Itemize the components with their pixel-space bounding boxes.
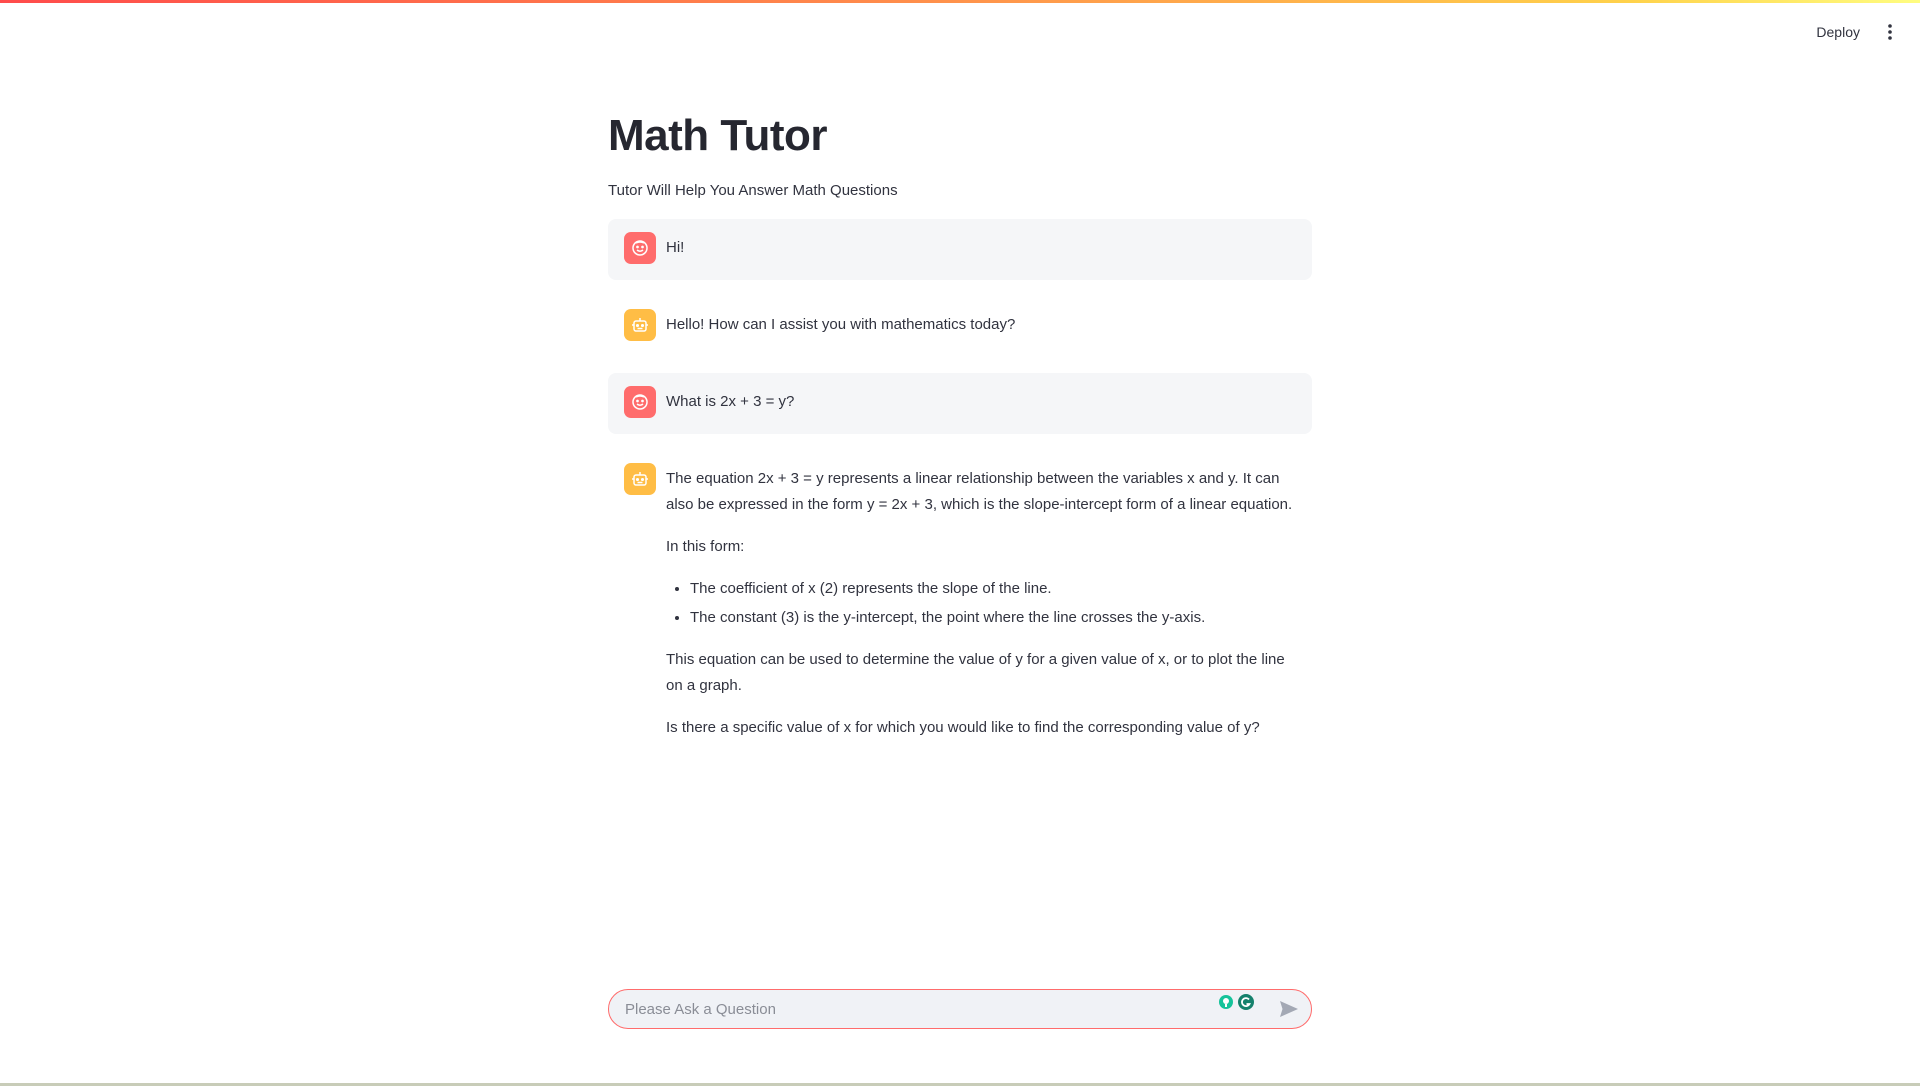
message-paragraph: In this form: bbox=[666, 537, 745, 555]
robot-icon bbox=[624, 308, 656, 341]
lightbulb-icon[interactable] bbox=[1218, 994, 1234, 1015]
grammarly-icon[interactable] bbox=[1237, 993, 1255, 1016]
chat-input[interactable] bbox=[609, 1000, 1218, 1018]
list-item: The constant (3) is the y-intercept, the… bbox=[690, 605, 1296, 631]
deploy-button[interactable]: Deploy bbox=[1816, 20, 1860, 44]
page-title: Math Tutor bbox=[608, 111, 828, 160]
extension-icons bbox=[1218, 993, 1255, 1016]
message-paragraph: The equation 2x + 3 = y represents a lin… bbox=[666, 469, 1293, 513]
chat-messages: Hi! Hello! How can I assist you with mat… bbox=[608, 218, 1312, 757]
chat-message-assistant: Hello! How can I assist you with mathema… bbox=[608, 296, 1312, 357]
message-text: What is 2x + 3 = y? bbox=[666, 392, 795, 410]
message-bullet-list: The coefficient of x (2) represents the … bbox=[666, 576, 1296, 631]
chat-input-container bbox=[608, 989, 1312, 1029]
smiley-face-icon bbox=[624, 385, 656, 418]
chat-message-user: What is 2x + 3 = y? bbox=[608, 372, 1312, 434]
send-arrow-icon[interactable] bbox=[1271, 991, 1307, 1027]
chat-message-user: Hi! bbox=[608, 218, 1312, 280]
top-decoration-bar bbox=[0, 0, 1920, 3]
main-content: Math Tutor Tutor Will Help You Answer Ma… bbox=[608, 110, 1312, 773]
message-text: The equation 2x + 3 = y represents a lin… bbox=[666, 466, 1296, 741]
vertical-ellipsis-icon[interactable] bbox=[1882, 21, 1898, 43]
page-subtitle: Tutor Will Help You Answer Math Question… bbox=[608, 181, 898, 199]
robot-icon bbox=[624, 462, 656, 495]
header-toolbar: Deploy bbox=[1816, 18, 1898, 46]
list-item: The coefficient of x (2) represents the … bbox=[690, 576, 1296, 602]
smiley-face-icon bbox=[624, 231, 656, 264]
message-paragraph: This equation can be used to determine t… bbox=[666, 650, 1285, 694]
message-paragraph: Is there a specific value of x for which… bbox=[666, 718, 1260, 736]
chat-message-assistant: The equation 2x + 3 = y represents a lin… bbox=[608, 450, 1312, 757]
message-text: Hi! bbox=[666, 238, 685, 256]
message-text: Hello! How can I assist you with mathema… bbox=[666, 315, 1016, 333]
